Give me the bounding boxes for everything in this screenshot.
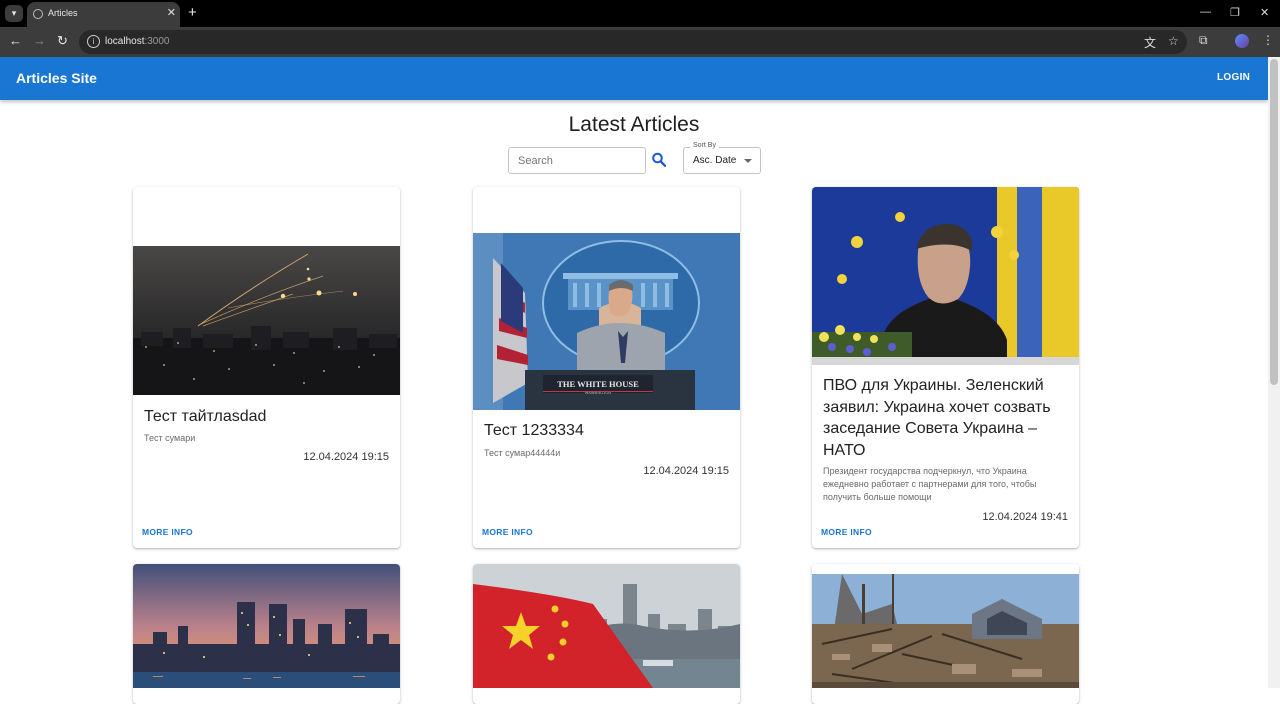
article-card [133,564,400,704]
article-summary: Тест сумари [144,433,196,443]
sort-select[interactable]: Sort By Asc. Date [683,142,761,174]
scrollbar-thumb[interactable] [1270,59,1278,385]
address-bar[interactable]: i localhost:3000 文 ☆ [79,30,1187,54]
article-image [133,564,400,688]
reload-icon[interactable]: ↻ [57,33,68,49]
new-tab-plus-icon[interactable]: + [188,4,197,21]
article-summary: Президент государства подчеркнул, что Ук… [823,466,1037,502]
browser-toolbar: ← → ↻ i localhost:3000 文 ☆ ⧉ ⋮ [0,27,1280,57]
tab-search-icon[interactable]: ▾ [5,5,23,22]
page-scrollbar[interactable] [1268,57,1280,688]
article-date: 12.04.2024 19:15 [303,451,389,463]
more-menu-icon[interactable]: ⋮ [1262,33,1274,47]
article-image [133,246,400,395]
article-summary: Тест сумар44444и [484,448,561,458]
article-card: Тест тайтлasdad Тест сумари 12.04.2024 1… [133,187,400,548]
svg-text:WASHINGTON: WASHINGTON [585,390,612,395]
search-input[interactable] [508,147,646,174]
more-info-button[interactable]: MORE INFO [821,527,872,537]
article-image [812,574,1079,688]
more-info-button[interactable]: MORE INFO [142,527,193,537]
article-date: 12.04.2024 19:41 [982,511,1068,523]
article-title[interactable]: ПВО для Украины. Зеленский заявил: Украи… [823,375,1068,461]
back-arrow-icon[interactable]: ← [9,33,22,48]
svg-text:THE WHITE HOUSE: THE WHITE HOUSE [557,379,639,389]
browser-tab-strip: ▾ Articles ✕ + — ❐ ✕ [0,0,1280,27]
restore-icon[interactable]: ❐ [1230,6,1240,19]
profile-avatar-icon[interactable] [1235,34,1249,48]
extensions-puzzle-icon[interactable]: ⧉ [1199,33,1208,48]
article-title[interactable]: Тест тайтлasdad [144,406,389,428]
site-info-icon[interactable]: i [87,35,100,48]
article-image: THE WHITE HOUSE WASHINGTON [473,233,740,410]
site-brand[interactable]: Articles Site [16,70,97,86]
chevron-down-icon [744,159,752,163]
window-close-icon[interactable]: ✕ [1260,6,1269,19]
tab-title: Articles [48,8,78,18]
bookmark-star-icon[interactable]: ☆ [1168,34,1179,48]
article-card: ПВО для Украины. Зеленский заявил: Украи… [812,187,1079,548]
minimize-icon[interactable]: — [1200,6,1211,18]
more-info-button[interactable]: MORE INFO [482,527,533,537]
search-icon[interactable] [651,151,667,169]
url-text[interactable]: localhost:3000 [105,36,170,47]
forward-arrow-icon[interactable]: → [33,33,46,48]
login-button[interactable]: LOGIN [1217,72,1250,83]
article-title[interactable]: Тест 1233334 [484,420,729,442]
browser-tab[interactable]: Articles ✕ [27,2,180,27]
app-bar: Articles Site LOGIN [0,57,1268,100]
article-image [473,564,740,688]
article-image [812,187,1079,365]
sort-label: Sort By [690,142,719,149]
article-card: THE WHITE HOUSE WASHINGTON Тест 1233334 … [473,187,740,548]
article-card [473,564,740,704]
close-icon[interactable]: ✕ [167,6,176,19]
translate-icon[interactable]: 文 [1144,34,1156,51]
article-date: 12.04.2024 19:15 [643,465,729,477]
article-card [812,564,1079,704]
sort-value: Asc. Date [693,155,737,166]
page-title: Latest Articles [568,113,700,136]
globe-icon [33,9,43,19]
